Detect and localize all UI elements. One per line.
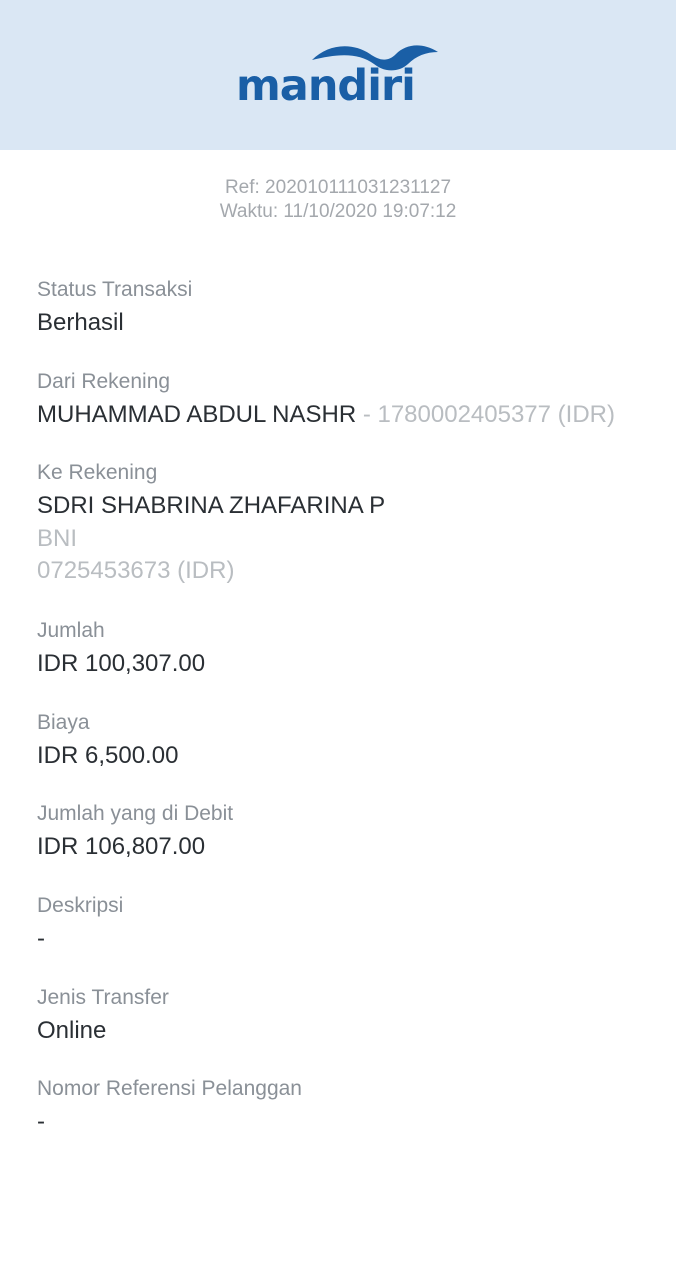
to-account-name: SDRI SHABRINA ZHAFARINA P bbox=[37, 492, 386, 519]
transaction-time: Waktu: 11/10/2020 19:07:12 bbox=[219, 201, 457, 222]
to-account-field: Ke Rekening SDRI SHABRINA ZHAFARINA P BN… bbox=[37, 459, 657, 587]
status-label: Status Transaksi bbox=[37, 278, 193, 301]
description-field: Deskripsi - bbox=[37, 892, 657, 955]
receipt-page: mandiri Ref: 202010111031231127 Waktu: 1… bbox=[0, 0, 676, 1280]
customer-reference-value: - bbox=[37, 1108, 45, 1135]
transfer-type-field: Jenis Transfer Online bbox=[37, 984, 657, 1047]
amount-field: Jumlah IDR 100,307.00 bbox=[37, 617, 657, 680]
header-banner: mandiri bbox=[0, 0, 676, 150]
debited-label: Jumlah yang di Debit bbox=[37, 802, 234, 825]
from-account-value: MUHAMMAD ABDUL NASHR - 1780002405377 (ID… bbox=[37, 399, 657, 431]
customer-reference-label: Nomor Referensi Pelanggan bbox=[37, 1077, 302, 1100]
fee-value: IDR 6,500.00 bbox=[37, 742, 179, 769]
brand-wordmark: mandiri bbox=[236, 61, 416, 111]
from-account-label: Dari Rekening bbox=[37, 370, 171, 393]
amount-label: Jumlah bbox=[37, 619, 105, 642]
reference-number: Ref: 202010111031231127 bbox=[224, 177, 452, 198]
to-account-bank: BNI bbox=[37, 525, 78, 552]
customer-reference-field: Nomor Referensi Pelanggan - bbox=[37, 1075, 657, 1138]
to-account-label: Ke Rekening bbox=[37, 461, 158, 484]
mandiri-logo: mandiri bbox=[236, 40, 440, 111]
from-account-field: Dari Rekening MUHAMMAD ABDUL NASHR - 178… bbox=[37, 368, 657, 431]
from-account-name: MUHAMMAD ABDUL NASHR bbox=[37, 401, 357, 428]
from-account-number: - 1780002405377 (IDR) bbox=[356, 401, 615, 428]
amount-value: IDR 100,307.00 bbox=[37, 650, 206, 677]
to-account-number: 0725453673 (IDR) bbox=[37, 557, 235, 584]
fee-field: Biaya IDR 6,500.00 bbox=[37, 709, 657, 772]
description-label: Deskripsi bbox=[37, 894, 124, 917]
description-value: - bbox=[37, 925, 45, 952]
status-value: Berhasil bbox=[37, 309, 124, 336]
debited-value: IDR 106,807.00 bbox=[37, 833, 206, 860]
debited-field: Jumlah yang di Debit IDR 106,807.00 bbox=[37, 800, 657, 863]
fee-label: Biaya bbox=[37, 711, 90, 734]
status-field: Status Transaksi Berhasil bbox=[37, 276, 657, 339]
transfer-type-label: Jenis Transfer bbox=[37, 986, 169, 1009]
transfer-type-value: Online bbox=[37, 1017, 107, 1044]
